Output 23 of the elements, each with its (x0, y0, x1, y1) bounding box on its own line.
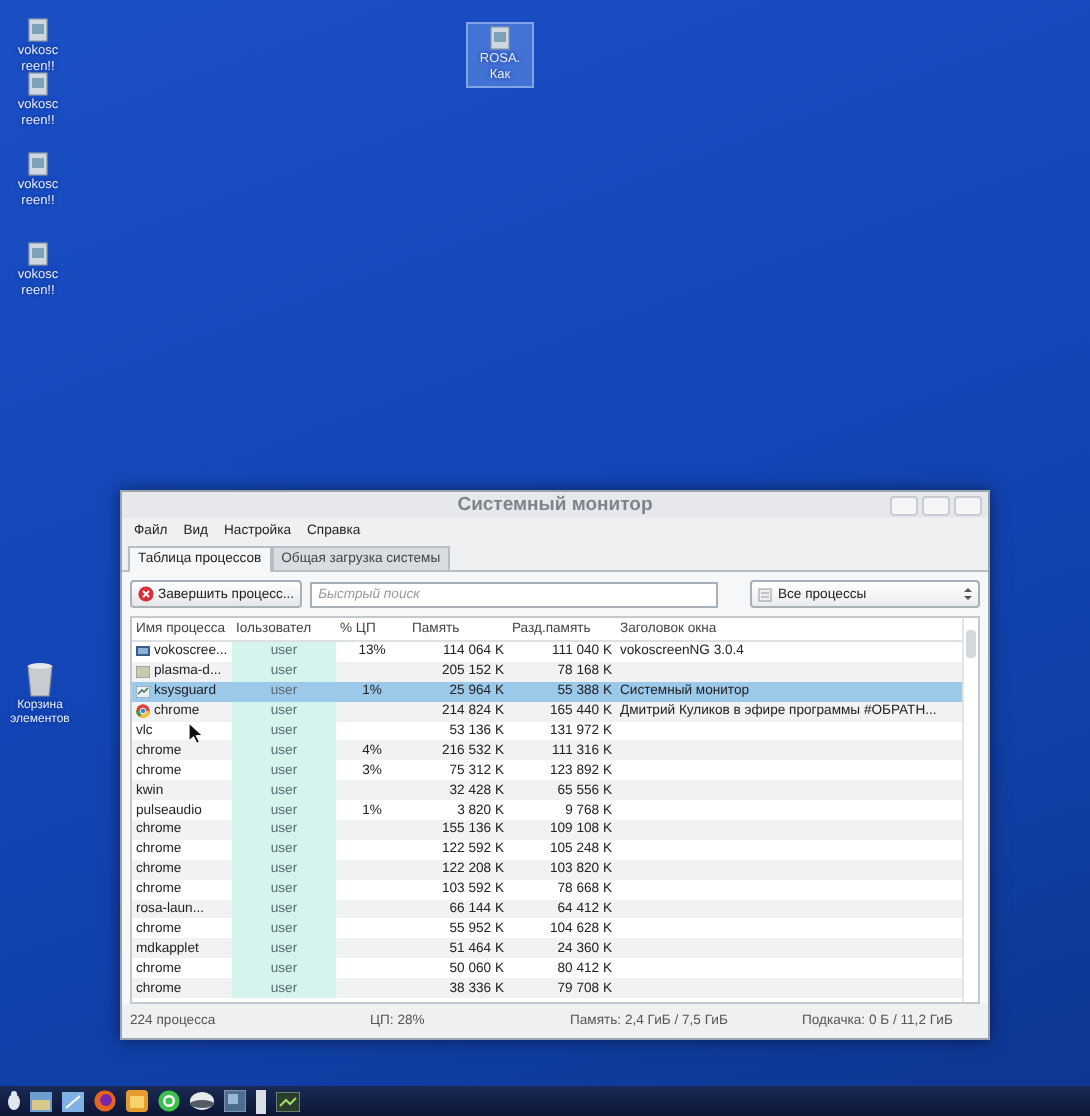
browser-icon (136, 704, 150, 719)
monitor-icon[interactable] (276, 1091, 300, 1111)
chat-icon[interactable] (158, 1090, 180, 1112)
list-icon (758, 587, 772, 601)
folder-icon[interactable] (30, 1091, 52, 1111)
close-icon (138, 586, 154, 602)
window-icon[interactable] (224, 1090, 246, 1112)
file-icon[interactable] (28, 242, 48, 266)
disc-icon[interactable] (190, 1092, 214, 1110)
file-icon[interactable] (28, 152, 48, 176)
launcher-icon[interactable] (8, 1090, 20, 1112)
panel-icon[interactable] (256, 1089, 266, 1113)
file-icon[interactable] (28, 18, 48, 42)
chart-icon (136, 685, 150, 698)
file-icon[interactable] (490, 26, 510, 50)
browser-icon[interactable] (94, 1090, 116, 1112)
window-title: Системный монитор (457, 494, 653, 516)
spinner-arrows-icon (964, 586, 972, 602)
trash-icon[interactable] (24, 662, 56, 698)
file-icon[interactable] (28, 72, 48, 96)
cursor-icon (188, 722, 204, 744)
monitor-icon (136, 645, 150, 658)
scrollbar[interactable] (962, 618, 978, 1002)
